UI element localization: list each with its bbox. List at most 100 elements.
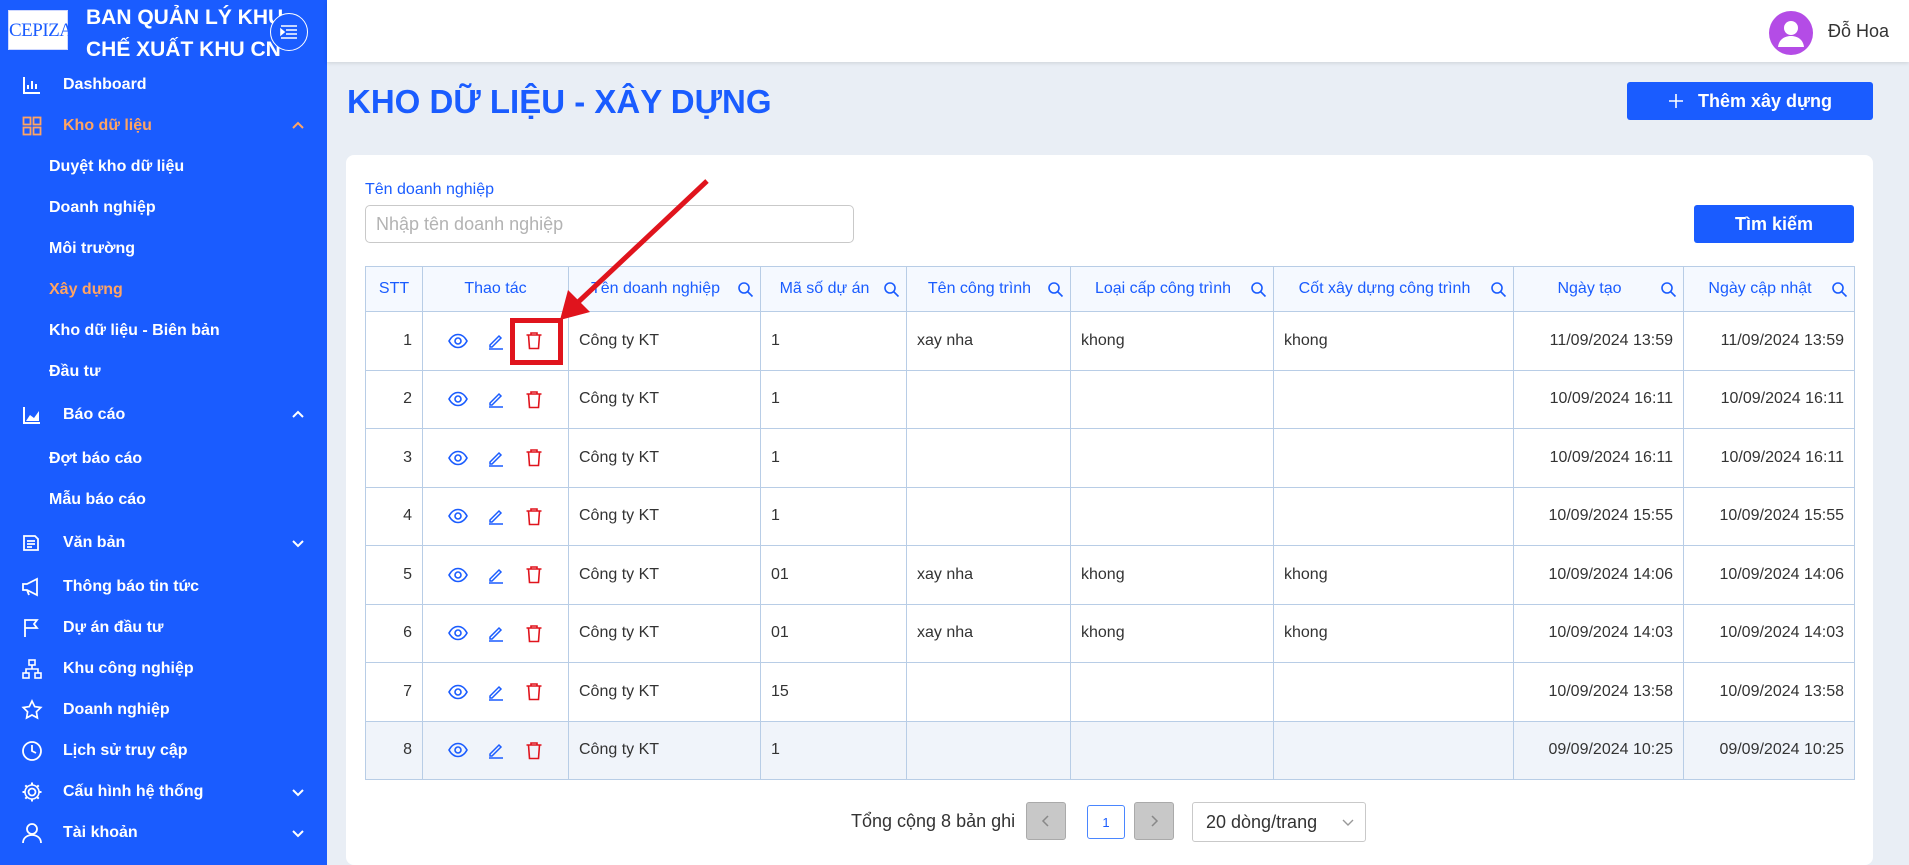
chevron-up-icon	[292, 121, 304, 129]
trash-icon[interactable]	[524, 623, 544, 643]
next-page-button[interactable]	[1134, 802, 1174, 840]
company-search-input[interactable]	[365, 205, 854, 243]
header-project-code: Mã số dự án	[760, 266, 907, 312]
eye-icon[interactable]	[447, 448, 468, 468]
pencil-icon[interactable]	[486, 740, 506, 760]
cell-elevation	[1273, 428, 1514, 488]
cell-work-grade	[1070, 486, 1274, 546]
cell-stt: 8	[365, 720, 423, 780]
flag-icon	[20, 616, 44, 640]
cell-created: 09/09/2024 10:25	[1513, 720, 1684, 780]
add-construction-button[interactable]: Thêm xây dựng	[1627, 82, 1873, 120]
search-icon[interactable]	[1831, 281, 1848, 298]
sidebar-item-van-ban[interactable]: Văn bản	[0, 520, 327, 566]
user-icon	[20, 821, 44, 845]
cell-updated: 10/09/2024 13:58	[1683, 662, 1855, 722]
cell-work-name	[906, 720, 1071, 780]
prev-page-button[interactable]	[1026, 802, 1066, 840]
sidebar-item-bien-ban[interactable]: Kho dữ liệu - Biên bản	[0, 310, 327, 351]
cell-project-code: 01	[760, 545, 907, 605]
trash-icon[interactable]	[524, 506, 544, 526]
cell-work-grade	[1070, 662, 1274, 722]
search-icon[interactable]	[883, 281, 900, 298]
cell-company: Công ty KT	[568, 603, 761, 663]
delete-highlight-box	[510, 318, 563, 365]
pencil-icon[interactable]	[486, 448, 506, 468]
search-button[interactable]: Tìm kiếm	[1694, 205, 1854, 243]
cell-company: Công ty KT	[568, 486, 761, 546]
brand-title: BAN QUẢN LÝ KHU CHẾ XUẤT KHU CN	[86, 2, 283, 66]
search-icon[interactable]	[1660, 281, 1677, 298]
sidebar-item-lich-su[interactable]: Lịch sử truy cập	[0, 730, 327, 771]
cell-work-grade	[1070, 369, 1274, 429]
sidebar-item-khu-cong-nghiep[interactable]: Khu công nghiệp	[0, 648, 327, 689]
sidebar-item-tai-khoan[interactable]: Tài khoản	[0, 812, 327, 853]
sidebar-item-moi-truong[interactable]: Môi trường	[0, 228, 327, 269]
cell-actions	[422, 545, 569, 605]
sidebar-item-du-an[interactable]: Dự án đầu tư	[0, 607, 327, 648]
header-elevation: Cốt xây dựng công trình	[1273, 266, 1514, 312]
search-icon[interactable]	[1250, 281, 1267, 298]
table-row: 8 Công ty KT 1 09/09/2024 10:25 09/09/2024 1…	[365, 720, 1855, 780]
sidebar-item-cau-hinh[interactable]: Cấu hình hệ thống	[0, 771, 327, 812]
trash-icon[interactable]	[524, 565, 544, 585]
sidebar-item-doanh-nghiep[interactable]: Doanh nghiệp	[0, 689, 327, 730]
trash-icon[interactable]	[524, 448, 544, 468]
eye-icon[interactable]	[447, 506, 468, 526]
cell-work-name	[906, 662, 1071, 722]
logo[interactable]: CEPIZA	[8, 10, 73, 50]
page-1-button[interactable]: 1	[1087, 805, 1125, 839]
sidebar-item-dot-bao-cao[interactable]: Đợt báo cáo	[0, 438, 327, 479]
pencil-icon[interactable]	[486, 682, 506, 702]
trash-icon[interactable]	[524, 389, 544, 409]
search-icon[interactable]	[1490, 281, 1507, 298]
eye-icon[interactable]	[447, 331, 468, 351]
eye-icon[interactable]	[447, 623, 468, 643]
avatar[interactable]	[1769, 11, 1813, 55]
cell-company: Công ty KT	[568, 545, 761, 605]
cell-actions	[422, 720, 569, 780]
document-icon	[20, 531, 44, 555]
cell-work-grade	[1070, 428, 1274, 488]
cell-elevation	[1273, 662, 1514, 722]
sidebar-item-mau-bao-cao[interactable]: Mẫu báo cáo	[0, 479, 327, 520]
sidebar-item-thong-bao[interactable]: Thông báo tin tức	[0, 566, 327, 607]
cell-company: Công ty KT	[568, 428, 761, 488]
cell-elevation: khong	[1273, 603, 1514, 663]
username[interactable]: Đỗ Hoa	[1828, 21, 1889, 42]
cell-company: Công ty KT	[568, 311, 761, 371]
brand-line-1: BAN QUẢN LÝ KHU	[86, 6, 284, 29]
eye-icon[interactable]	[447, 565, 468, 585]
header-created: Ngày tạo	[1513, 266, 1684, 312]
pencil-icon[interactable]	[486, 565, 506, 585]
sidebar-item-doanh-nghiep-sub[interactable]: Doanh nghiệp	[0, 187, 327, 228]
table-row: 3 Công ty KT 1 10/09/2024 16:11 10/09/2024 1…	[365, 428, 1855, 488]
trash-icon[interactable]	[524, 740, 544, 760]
sidebar-item-kho-du-lieu[interactable]: Kho dữ liệu	[0, 105, 327, 146]
sidebar-item-xay-dung[interactable]: Xây dựng	[0, 269, 327, 310]
search-icon[interactable]	[1047, 281, 1064, 298]
eye-icon[interactable]	[447, 740, 468, 760]
pencil-icon[interactable]	[486, 623, 506, 643]
page-size-select[interactable]: 20 dòng/trang	[1192, 802, 1366, 842]
pencil-icon[interactable]	[486, 506, 506, 526]
cell-project-code: 15	[760, 662, 907, 722]
sidebar-item-duyet-kho[interactable]: Duyệt kho dữ liệu	[0, 146, 327, 187]
sidebar-item-label: Khu công nghiệp	[63, 659, 194, 677]
cell-project-code: 1	[760, 720, 907, 780]
pencil-icon[interactable]	[486, 331, 506, 351]
eye-icon[interactable]	[447, 682, 468, 702]
search-icon[interactable]	[737, 281, 754, 298]
cell-created: 10/09/2024 13:58	[1513, 662, 1684, 722]
trash-icon[interactable]	[524, 682, 544, 702]
sidebar-item-dashboard[interactable]: Dashboard	[0, 64, 327, 105]
collapse-menu-button[interactable]	[270, 13, 308, 51]
chevron-down-icon	[292, 540, 304, 548]
cell-actions	[422, 428, 569, 488]
pencil-icon[interactable]	[486, 389, 506, 409]
eye-icon[interactable]	[447, 389, 468, 409]
sidebar-item-bao-cao[interactable]: Báo cáo	[0, 392, 327, 438]
sidebar-item-dau-tu[interactable]: Đầu tư	[0, 351, 327, 392]
cell-work-name	[906, 486, 1071, 546]
cell-stt: 5	[365, 545, 423, 605]
